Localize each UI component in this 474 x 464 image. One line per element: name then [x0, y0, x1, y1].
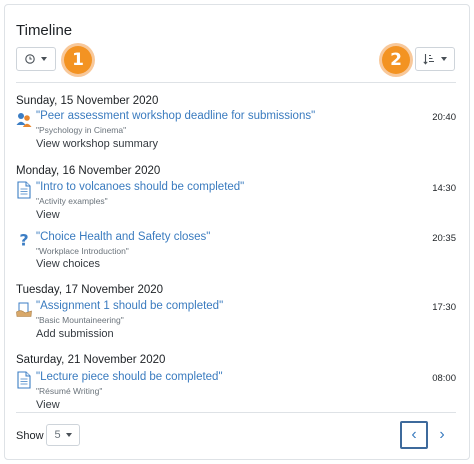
next-page-button[interactable]: ›: [428, 421, 456, 449]
event-course: "Basic Mountaineering": [36, 315, 124, 325]
chevron-down-icon: [65, 433, 72, 437]
page-icon: [17, 181, 31, 199]
show-label: Show: [16, 430, 44, 442]
callout-badge-1: 1: [64, 46, 92, 74]
event-course: "Psychology in Cinema": [36, 125, 127, 135]
clock-icon: [25, 54, 35, 64]
event-action-link[interactable]: View choices: [36, 258, 100, 270]
chevron-left-icon: ‹: [411, 426, 417, 443]
page-size-select[interactable]: 5: [46, 424, 80, 446]
event-action-link[interactable]: View: [36, 399, 60, 411]
footer-divider: [16, 412, 456, 413]
page-size-value: 5: [54, 429, 61, 441]
date-heading: Monday, 16 November 2020: [16, 165, 161, 177]
event-time: 14:30: [432, 183, 456, 194]
event-title-link[interactable]: "Choice Health and Safety closes": [36, 231, 210, 243]
page-title: Timeline: [16, 22, 73, 39]
sort-icon: [423, 54, 434, 65]
assignment-icon: [16, 302, 32, 317]
sort-dropdown-button[interactable]: [415, 47, 455, 71]
event-action-link[interactable]: View workshop summary: [36, 138, 158, 150]
date-heading: Tuesday, 17 November 2020: [16, 284, 164, 296]
question-icon: ?: [19, 231, 28, 249]
event-title-link[interactable]: "Assignment 1 should be completed": [36, 300, 223, 312]
event-title-link[interactable]: "Lecture piece should be completed": [36, 371, 223, 383]
date-heading: Sunday, 15 November 2020: [16, 95, 159, 107]
chevron-down-icon: [441, 57, 447, 61]
previous-page-button[interactable]: ‹: [400, 421, 428, 449]
workshop-icon: [16, 113, 32, 127]
page-icon: [17, 371, 31, 389]
event-course: "Workplace Introduction": [36, 246, 129, 256]
event-time: 08:00: [432, 373, 456, 384]
event-title-link[interactable]: "Peer assessment workshop deadline for s…: [36, 110, 315, 122]
event-time: 20:40: [432, 112, 456, 123]
event-time: 17:30: [432, 302, 456, 313]
event-course: "Activity examples": [36, 196, 108, 206]
filter-dropdown-button[interactable]: [16, 47, 56, 71]
event-action-link[interactable]: View: [36, 209, 60, 221]
header-divider: [16, 82, 456, 83]
event-course: "Résumé Writing": [36, 386, 103, 396]
event-title-link[interactable]: "Intro to volcanoes should be completed": [36, 181, 244, 193]
chevron-right-icon: ›: [439, 426, 445, 443]
chevron-down-icon: [41, 57, 47, 61]
date-heading: Saturday, 21 November 2020: [16, 354, 166, 366]
event-time: 20:35: [432, 233, 456, 244]
callout-badge-2: 2: [382, 46, 410, 74]
event-action-link[interactable]: Add submission: [36, 328, 114, 340]
svg-text:?: ?: [19, 231, 28, 249]
